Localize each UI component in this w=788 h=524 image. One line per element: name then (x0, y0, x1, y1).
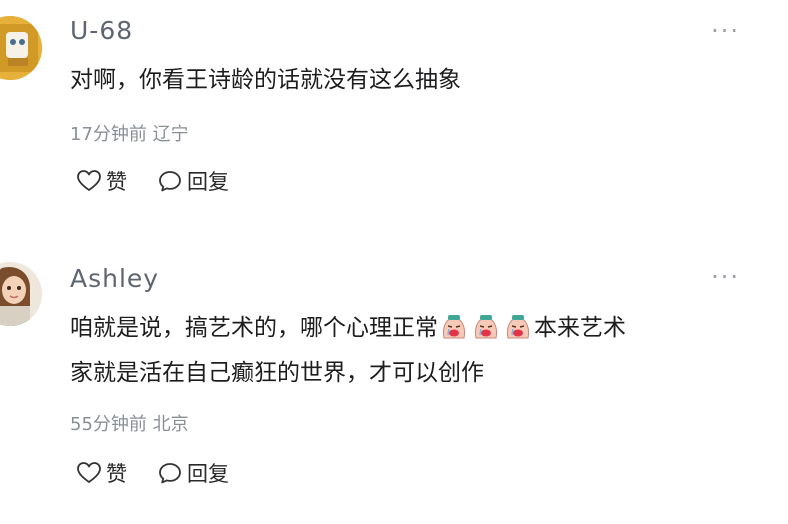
more-options-icon[interactable]: ··· (711, 265, 740, 289)
comment-meta: 55分钟前 北京 (70, 410, 189, 436)
username[interactable]: U-68 (70, 16, 133, 45)
like-button[interactable]: 赞 (76, 166, 127, 196)
avatar[interactable] (0, 16, 42, 80)
comment-location: 辽宁 (152, 124, 189, 145)
comment-text-part: 咱就是说，搞艺术的，哪个心理正常 (70, 315, 438, 341)
reply-button[interactable]: 回复 (157, 458, 229, 488)
comment-item: Ashley 咱就是说，搞艺术的，哪个心理正常 本来艺术 家就是活在自己癫狂的世界… (0, 240, 788, 524)
comment-meta: 17分钟前 辽宁 (70, 120, 189, 146)
avatar-image (0, 16, 42, 80)
comment-time: 17分钟前 (70, 124, 147, 145)
heart-icon (77, 170, 101, 191)
reply-label: 回复 (187, 170, 229, 194)
like-label: 赞 (106, 170, 127, 194)
heart-icon (77, 462, 101, 483)
like-label: 赞 (106, 462, 127, 486)
more-options-icon[interactable]: ··· (711, 19, 740, 43)
comment-actions: 赞 回复 (76, 166, 259, 196)
avatar-image (0, 262, 42, 326)
reply-label: 回复 (187, 462, 229, 486)
comment-actions: 赞 回复 (76, 458, 259, 488)
crying-face-emoji (506, 315, 530, 339)
like-button[interactable]: 赞 (76, 458, 127, 488)
comment-text: 咱就是说，搞艺术的，哪个心理正常 本来艺术 家就是活在自己癫狂的世界，才可以创作 (70, 306, 750, 396)
crying-face-emoji (474, 315, 498, 339)
comment-bubble-icon (159, 171, 181, 192)
comment-time: 55分钟前 (70, 414, 147, 435)
username[interactable]: Ashley (70, 264, 159, 293)
comment-text-line: 家就是活在自己癫狂的世界，才可以创作 (70, 360, 484, 386)
comment-text: 对啊，你看王诗龄的话就没有这么抽象 (70, 67, 461, 93)
comment-text-part: 本来艺术 (534, 315, 626, 341)
comment-item: U-68 ··· 对啊，你看王诗龄的话就没有这么抽象 17分钟前 辽宁 赞 回复 (0, 0, 788, 230)
avatar[interactable] (0, 262, 42, 326)
crying-face-emoji (442, 315, 466, 339)
reply-button[interactable]: 回复 (157, 166, 229, 196)
comment-location: 北京 (152, 414, 189, 435)
comment-bubble-icon (159, 463, 181, 484)
